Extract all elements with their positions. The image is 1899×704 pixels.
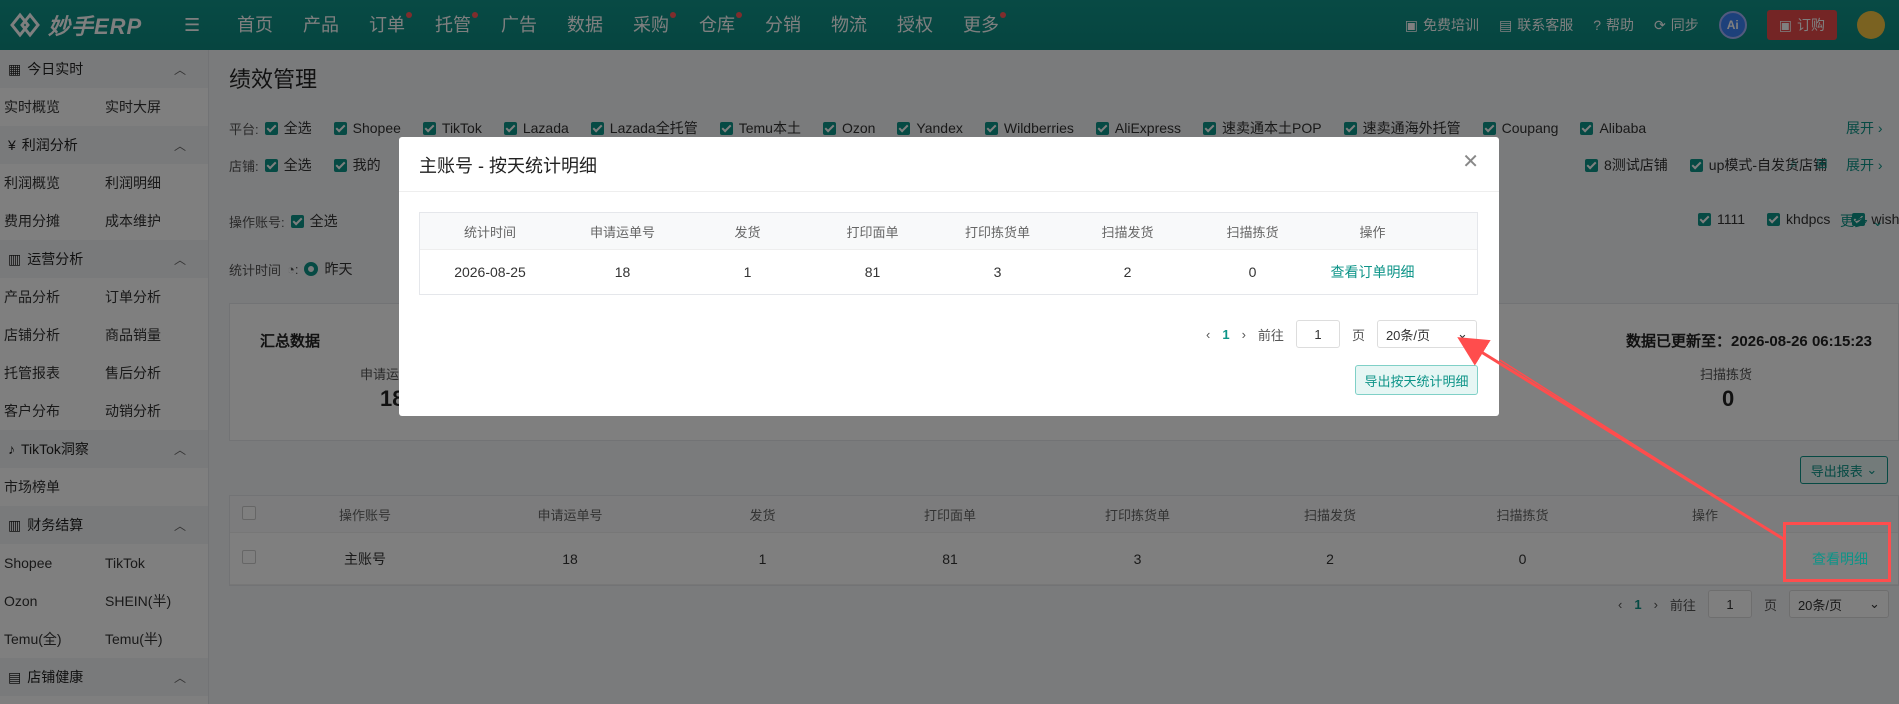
column-header: 发货	[734, 224, 761, 240]
page-unit-label: 页	[1351, 327, 1365, 343]
column-header: 申请运单号	[589, 224, 655, 240]
page-number[interactable]: 1	[1222, 327, 1229, 342]
daily-detail-modal: 主账号 - 按天统计明细 ✕ 统计时间 申请运单号 发货 打印面单 打印拣货单 扫描发货 扫…	[399, 137, 1499, 416]
page-size-value: 20条/页	[1385, 327, 1431, 343]
page-input[interactable]: 1	[1295, 320, 1340, 348]
export-daily-button[interactable]: 导出按天统计明细	[1355, 365, 1478, 395]
modal-divider	[399, 191, 1499, 192]
table-cell: 81	[864, 264, 881, 280]
table-cell: 1	[743, 264, 752, 280]
table-cell: 2026-08-25	[454, 264, 526, 280]
close-icon[interactable]: ✕	[1462, 149, 1479, 174]
column-header: 打印面单	[846, 224, 899, 240]
modal-pagination: ‹ 1 › 前往 1 页 20条/页 ⌄	[1206, 320, 1477, 348]
modal-table-row: 2026-08-25 18 1 81 3 2 0 查看订单明细	[420, 250, 1477, 294]
table-cell: 2	[1123, 264, 1132, 280]
daily-detail-table: 统计时间 申请运单号 发货 打印面单 打印拣货单 扫描发货 扫描拣货 操作 2026-08-25…	[419, 212, 1478, 295]
view-detail-link-highlighted[interactable]: 查看明细	[1812, 549, 1868, 569]
column-header: 操作	[1359, 224, 1386, 240]
prev-page-icon[interactable]: ‹	[1206, 327, 1210, 342]
chevron-down-icon: ⌄	[1457, 326, 1468, 341]
modal-title: 主账号 - 按天统计明细	[419, 156, 597, 176]
page-size-select[interactable]: 20条/页 ⌄	[1376, 320, 1477, 348]
column-header: 打印拣货单	[964, 224, 1030, 240]
column-header: 扫描发货	[1101, 224, 1154, 240]
view-order-detail-link[interactable]: 查看订单明细	[1310, 262, 1435, 282]
table-cell: 3	[993, 264, 1002, 280]
column-header: 统计时间	[463, 224, 516, 240]
column-header: 扫描拣货	[1226, 224, 1279, 240]
modal-header-row: 统计时间 申请运单号 发货 打印面单 打印拣货单 扫描发货 扫描拣货 操作	[420, 213, 1477, 250]
table-cell: 18	[614, 264, 631, 280]
goto-label: 前往	[1257, 327, 1284, 343]
next-page-icon[interactable]: ›	[1242, 327, 1246, 342]
table-cell: 0	[1248, 264, 1257, 280]
